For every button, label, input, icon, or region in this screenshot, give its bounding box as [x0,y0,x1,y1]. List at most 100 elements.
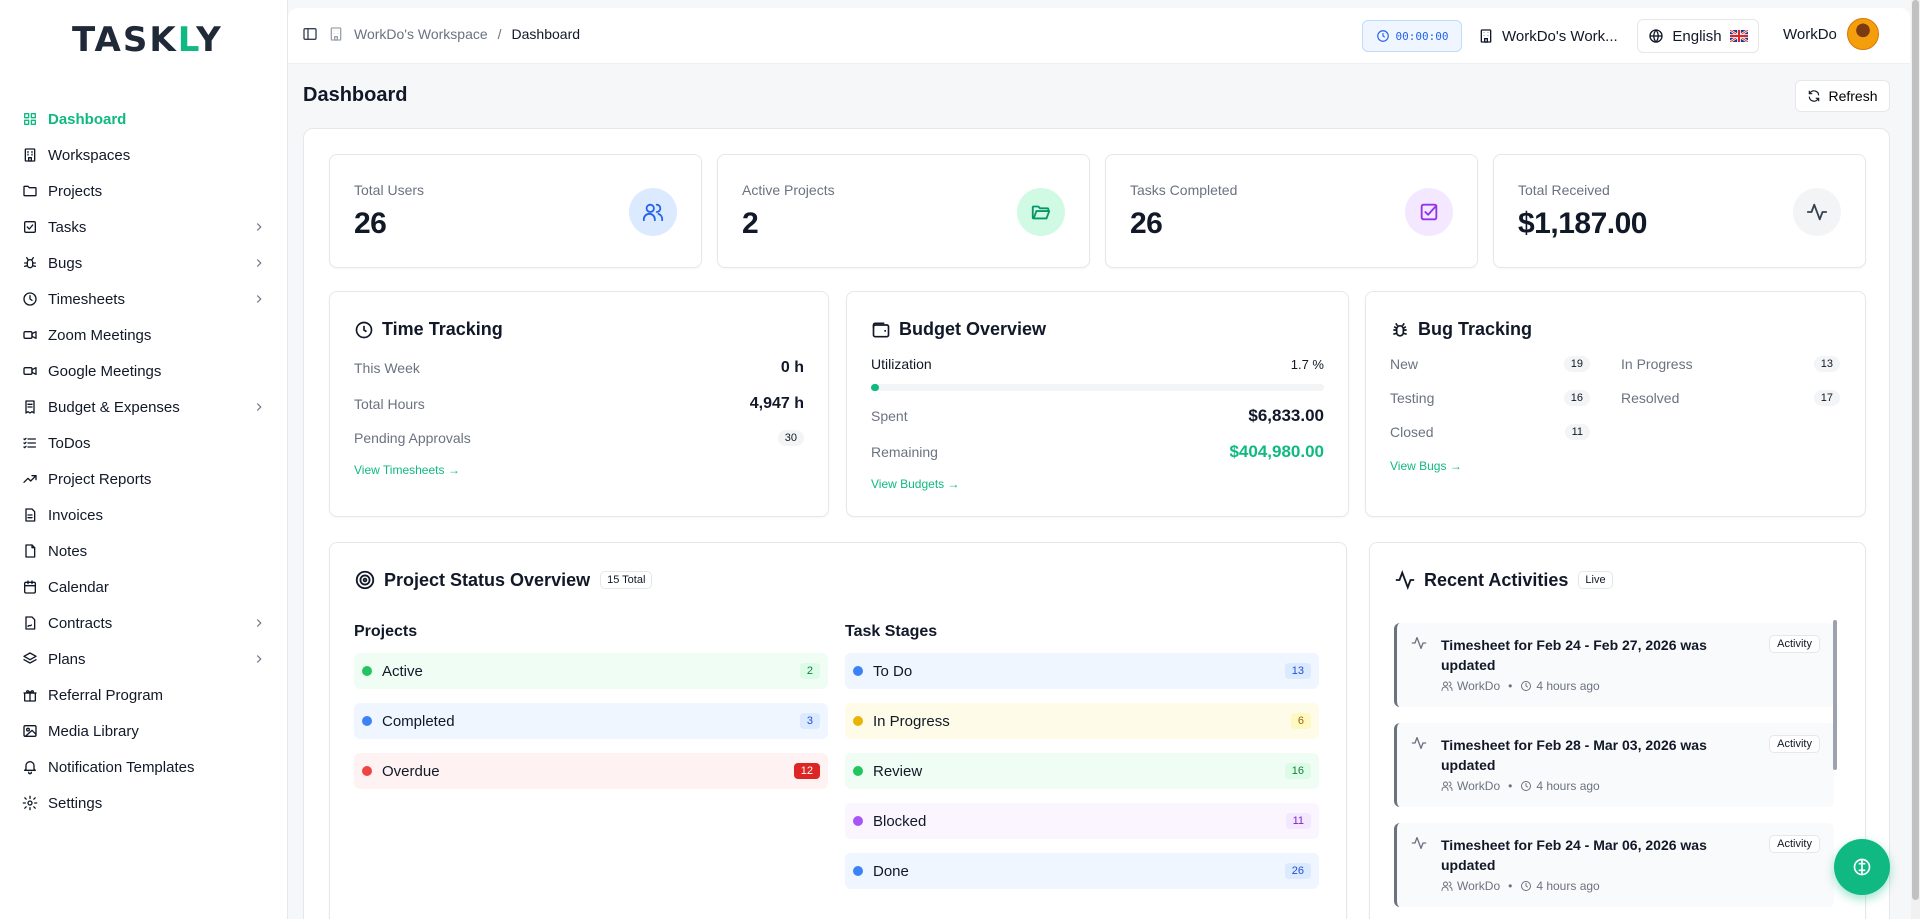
sidebar-item-label: Project Reports [48,470,152,488]
budget-overview-card: Budget Overview Utilization 1.7 % Spent $6… [846,291,1349,517]
sidebar-item-label: Tasks [48,218,87,236]
status-count: 13 [1284,663,1311,679]
stat-card-tasks-completed: Tasks Completed 26 [1105,154,1478,268]
sidebar-item-bugs[interactable]: Bugs [12,245,272,281]
chat-fab-button[interactable] [1834,839,1890,895]
project-status-title: Project Status Overview 15 Total [354,569,653,591]
recent-activities-card: Recent Activities Live Timesheet for Feb… [1369,542,1866,919]
stat-label: Total Received [1518,182,1610,198]
activities-scrollbar[interactable] [1833,620,1837,770]
status-dot [853,816,863,826]
breadcrumb-root[interactable]: WorkDo's Workspace [354,26,488,42]
refresh-button[interactable]: Refresh [1795,80,1890,112]
app-logo[interactable]: TASKLY [72,20,223,60]
sidebar-item-tasks[interactable]: Tasks [12,209,272,245]
page-scrollbar[interactable] [1911,0,1920,919]
status-row-blocked[interactable]: Blocked 11 [845,803,1319,839]
timer-value: 00:00:00 [1395,29,1449,43]
sidebar-item-budget-expenses[interactable]: Budget & Expenses [12,389,272,425]
utilization-label: Utilization [871,356,932,372]
sidebar-item-label: Bugs [48,254,83,272]
sidebar-item-plans[interactable]: Plans [12,641,272,677]
page-scrollbar-thumb[interactable] [1912,0,1919,900]
logo-text-3: Y [196,20,223,60]
bug-stat-label: Closed [1390,424,1434,440]
activity-item[interactable]: Timesheet for Feb 28 - Mar 03, 2026 was … [1394,723,1834,807]
video-icon [22,363,38,379]
language-switcher[interactable]: English [1637,19,1759,53]
spent-label: Spent [871,408,908,424]
users-icon [629,188,677,236]
status-dot [853,766,863,776]
activity-badge: Activity [1769,735,1820,753]
bug-stat-in-progress: In Progress 13 [1621,356,1840,372]
target-icon [355,570,375,590]
activity-item[interactable]: Timesheet for Feb 24 - Mar 06, 2026 was … [1394,823,1834,907]
sidebar-item-referral-program[interactable]: Referral Program [12,677,272,713]
view-bugs-link[interactable]: View Bugs → [1390,459,1462,473]
page-title: Dashboard [303,84,408,106]
sidebar-item-timesheets[interactable]: Timesheets [12,281,272,317]
sidebar-item-settings[interactable]: Settings [12,785,272,821]
utilization-row: Utilization 1.7 % [871,356,1324,372]
status-label: To Do [873,662,913,680]
meta-separator: • [1508,679,1513,693]
sidebar-item-notes[interactable]: Notes [12,533,272,569]
status-row-to-do[interactable]: To Do 13 [845,653,1319,689]
sidebar-item-projects[interactable]: Projects [12,173,272,209]
view-budgets-link[interactable]: View Budgets → [871,477,960,491]
bug-icon [1393,322,1407,337]
status-dot [362,766,372,776]
stat-label: Tasks Completed [1130,182,1238,198]
chevron-right-icon[interactable] [252,256,266,270]
status-row-review[interactable]: Review 16 [845,753,1319,789]
sidebar-item-label: Notification Templates [48,758,195,776]
status-row-active[interactable]: Active 2 [354,653,828,689]
chevron-right-icon[interactable] [252,292,266,306]
status-row-in-progress[interactable]: In Progress 6 [845,703,1319,739]
sidebar-item-todos[interactable]: ToDos [12,425,272,461]
file-text-icon [22,507,38,523]
sidebar-item-zoom-meetings[interactable]: Zoom Meetings [12,317,272,353]
sidebar-item-label: Notes [48,542,88,560]
chevron-right-icon[interactable] [252,616,266,630]
workspace-switcher[interactable]: WorkDo's Work... [1478,20,1618,52]
chevron-right-icon[interactable] [252,220,266,234]
sidebar-item-notification-templates[interactable]: Notification Templates [12,749,272,785]
sidebar-toggle-icon[interactable] [302,26,318,42]
spent-value: $6,833.00 [1248,406,1324,425]
sidebar-item-calendar[interactable]: Calendar [12,569,272,605]
sidebar-item-google-meetings[interactable]: Google Meetings [12,353,272,389]
total-hours-label: Total Hours [354,396,425,412]
sidebar-item-label: Settings [48,794,103,812]
sidebar-item-dashboard[interactable]: Dashboard [12,101,272,137]
total-hours-value: 4,947 h [749,395,804,412]
user-icon [1441,880,1457,892]
sidebar-item-invoices[interactable]: Invoices [12,497,272,533]
status-count: 3 [799,713,820,729]
sidebar-item-label: Budget & Expenses [48,398,180,416]
activity-user: WorkDo [1457,879,1501,893]
view-timesheets-link[interactable]: View Timesheets → [354,463,460,477]
status-dot [362,666,372,676]
status-row-completed[interactable]: Completed 3 [354,703,828,739]
status-row-done[interactable]: Done 26 [845,853,1319,889]
chevron-right-icon[interactable] [252,400,266,414]
projects-heading: Projects [354,623,418,640]
status-count: 6 [1290,713,1311,729]
status-dot [853,716,863,726]
user-menu[interactable]: WorkDo [1783,18,1879,50]
status-row-overdue[interactable]: Overdue 12 [354,753,828,789]
sidebar-item-media-library[interactable]: Media Library [12,713,272,749]
remaining-label: Remaining [871,444,938,460]
meta-separator: • [1508,879,1513,893]
timer-button[interactable]: 00:00:00 [1362,20,1462,52]
clock-icon [22,291,38,307]
building-icon [1480,29,1492,43]
pending-approvals-label: Pending Approvals [354,430,471,446]
chevron-right-icon[interactable] [252,652,266,666]
sidebar-item-project-reports[interactable]: Project Reports [12,461,272,497]
sidebar-item-contracts[interactable]: Contracts [12,605,272,641]
sidebar-item-workspaces[interactable]: Workspaces [12,137,272,173]
activity-item[interactable]: Timesheet for Feb 24 - Feb 27, 2026 was … [1394,623,1834,707]
